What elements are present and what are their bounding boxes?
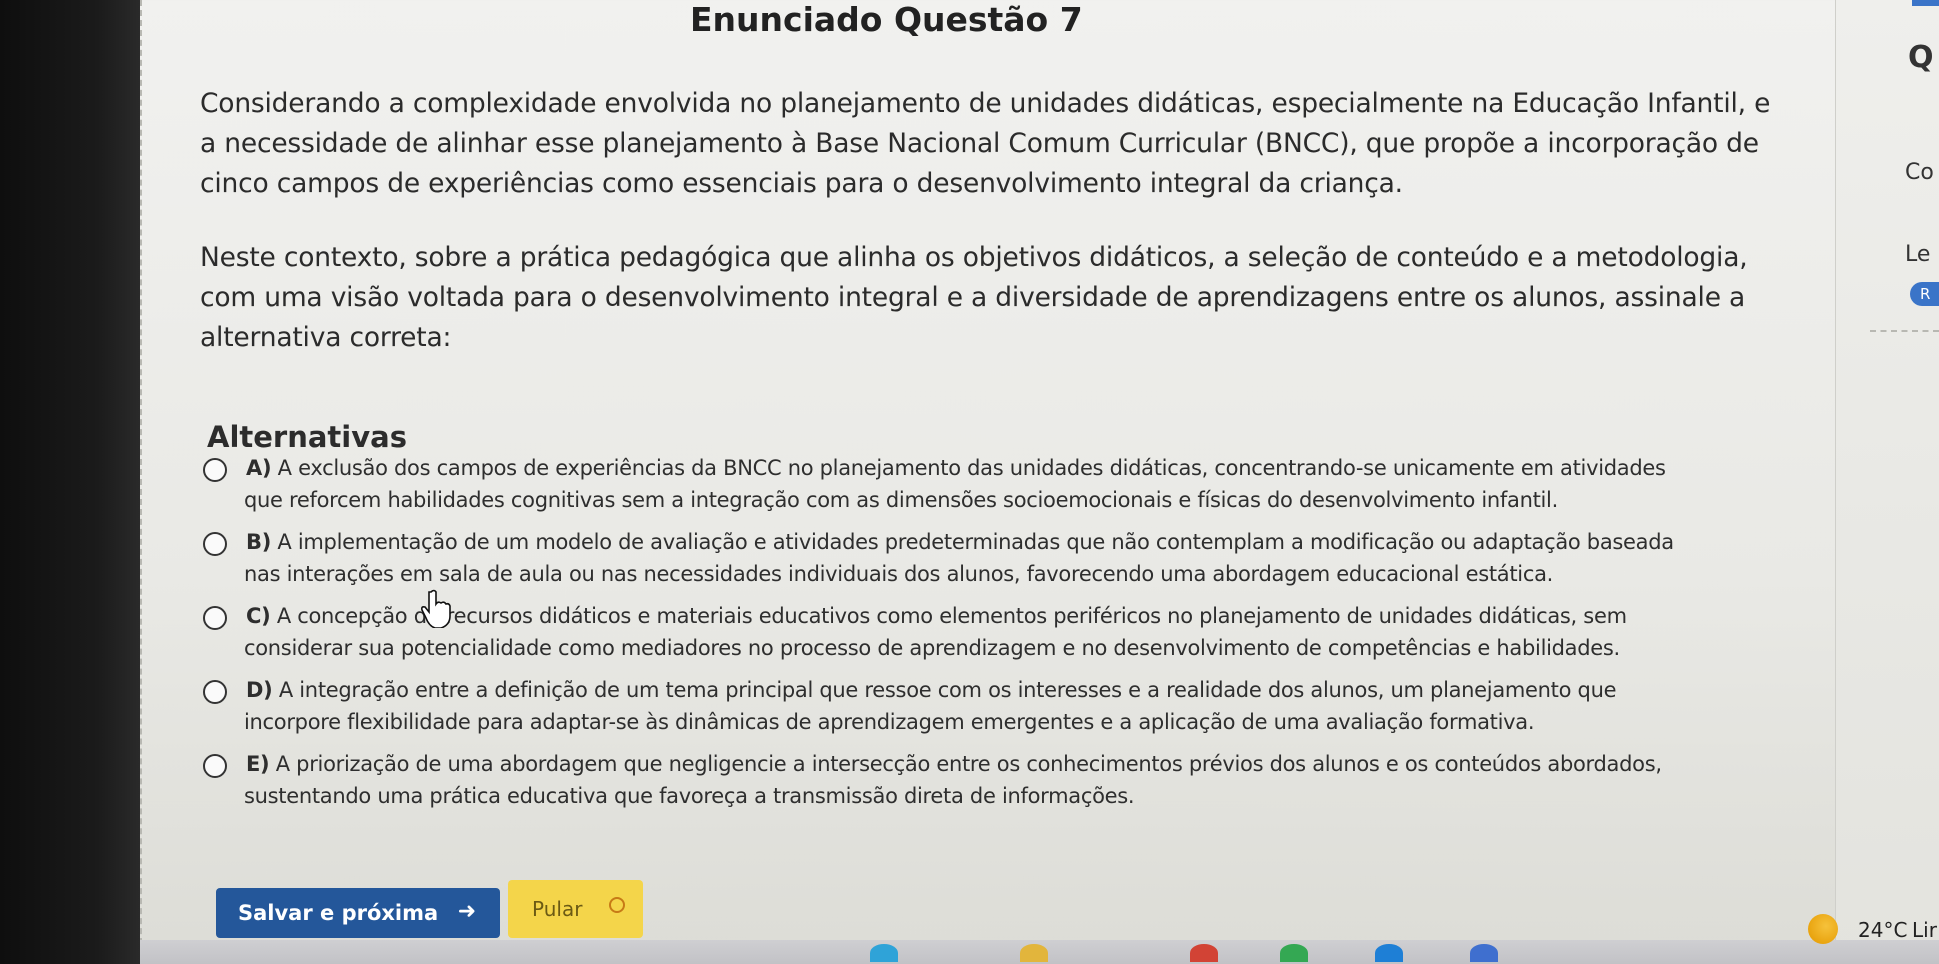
alternative-a-line-1: A) A exclusão dos campos de experiências… [200,452,1800,484]
alternative-e-line-2: sustentando uma prática educativa que fa… [244,784,1135,808]
radio-button-b[interactable] [203,532,227,556]
taskbar-app-icon[interactable] [1375,944,1403,962]
side-panel-fragment-q: Q [1908,40,1934,75]
clock-icon [609,897,625,913]
alternative-e-line-1: E) A priorização de uma abordagem que ne… [200,748,1800,780]
taskbar-app-icon[interactable] [1190,944,1218,962]
question-paragraph-1-line: Considerando a complexidade envolvida no… [200,88,1771,119]
alternative-a[interactable]: A) A exclusão dos campos de experiências… [200,452,1800,516]
taskbar-app-icon[interactable] [1470,944,1498,962]
question-title: Enunciado Questão 7 [690,0,1083,39]
alternative-d-line-2: incorpore flexibilidade para adaptar-se … [244,710,1535,734]
arrow-right-icon: ➜ [457,899,476,924]
question-paragraph-1-line: cinco campos de experiências como essenc… [200,168,1403,199]
skip-label: Pular [532,897,583,921]
alternative-e-letter: E) [246,752,270,776]
alternative-a-text: A exclusão dos campos de experiências da… [277,456,1666,480]
alternative-d[interactable]: D) A integração entre a definição de um … [200,674,1800,738]
side-panel [1835,0,1939,964]
alternative-c-letter: C) [246,604,271,628]
weather-condition: Lir [1912,918,1937,942]
question-paragraph-2-line: com uma visão voltada para o desenvolvim… [200,282,1746,313]
alternative-b-line-1: B) A implementação de um modelo de avali… [200,526,1800,558]
question-paragraph-2-line: alternativa correta: [200,322,452,353]
taskbar-app-icon[interactable] [1280,944,1308,962]
question-paragraph-2: Neste contexto, sobre a prática pedagógi… [200,238,1790,358]
screen: Q Co Le R Enunciado Questão 7 Consideran… [0,0,1939,964]
hand-cursor-icon [421,589,451,628]
monitor-bezel [0,0,140,964]
taskbar-app-icon[interactable] [1020,944,1048,962]
alternative-c-line-2: considerar sua potencialidade como media… [244,636,1620,660]
alternative-d-line-1: D) A integração entre a definição de um … [200,674,1800,706]
weather-moon-icon [1808,914,1838,944]
taskbar [140,940,1939,964]
side-panel-badge[interactable]: R [1910,282,1939,306]
side-panel-fragment-le: Le [1905,242,1931,267]
alternative-b-letter: B) [246,530,272,554]
alternative-b-line-2: nas interações em sala de aula ou nas ne… [244,562,1554,586]
alternative-e[interactable]: E) A priorização de uma abordagem que ne… [200,748,1800,812]
weather-temperature: 24°C [1858,918,1908,942]
alternative-d-letter: D) [246,678,273,702]
alternatives-heading: Alternativas [207,420,407,454]
side-panel-fragment-co: Co [1905,160,1934,185]
alternative-d-text: A integração entre a definição de um tem… [278,678,1617,702]
alternative-b-text: A implementação de um modelo de avaliaçã… [277,530,1674,554]
question-paragraph-1: Considerando a complexidade envolvida no… [200,84,1790,204]
side-panel-accent [1912,0,1939,6]
radio-button-a[interactable] [203,458,227,482]
save-and-next-label: Salvar e próxima [238,901,439,925]
taskbar-app-icon[interactable] [870,944,898,962]
question-paragraph-1-line: a necessidade de alinhar esse planejamen… [200,128,1759,159]
alternative-a-letter: A) [246,456,272,480]
radio-button-c[interactable] [203,606,227,630]
alternative-e-text: A priorização de uma abordagem que negli… [275,752,1662,776]
alternative-a-line-2: que reforcem habilidades cognitivas sem … [244,488,1558,512]
alternative-c-text: A concepção de recursos didáticos e mate… [276,604,1627,628]
side-panel-divider [1870,330,1939,332]
radio-button-d[interactable] [203,680,227,704]
radio-button-e[interactable] [203,754,227,778]
save-and-next-button[interactable]: Salvar e próxima ➜ [216,888,500,938]
skip-button[interactable]: Pular [508,880,643,938]
alternative-b[interactable]: B) A implementação de um modelo de avali… [200,526,1800,590]
question-paragraph-2-line: Neste contexto, sobre a prática pedagógi… [200,242,1748,273]
